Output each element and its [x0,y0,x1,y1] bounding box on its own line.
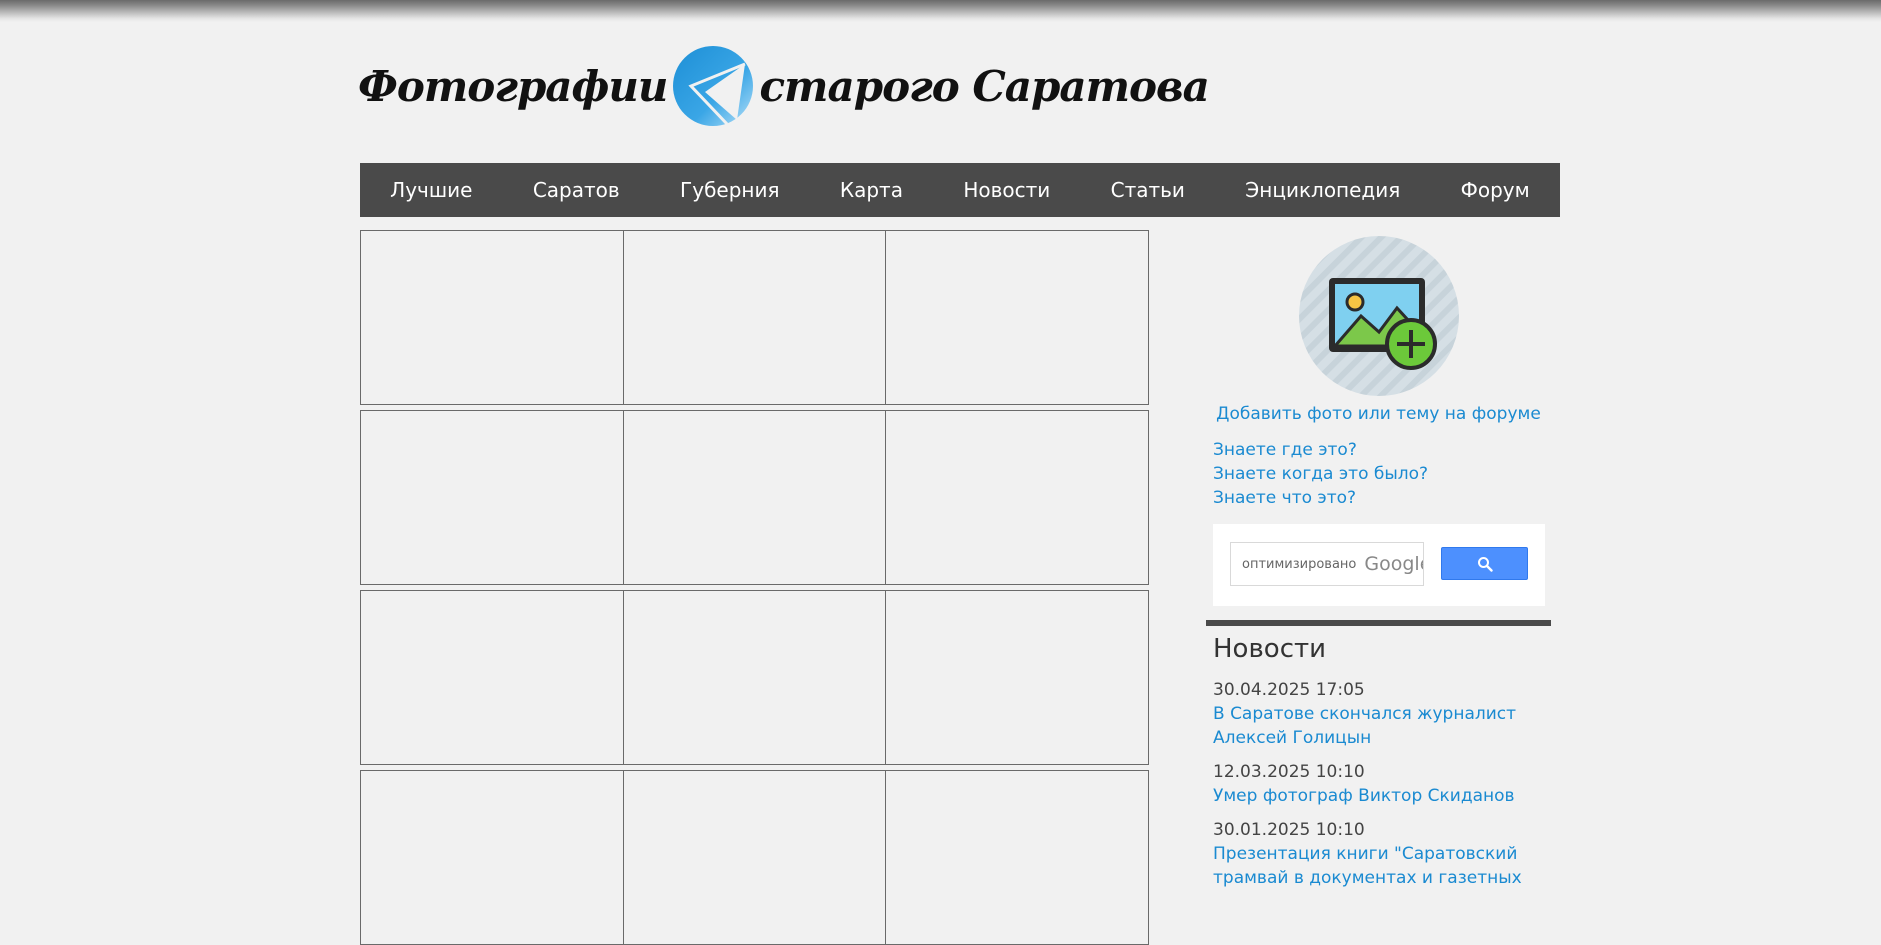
news-date: 30.04.2025 17:05 [1213,680,1365,700]
news-link[interactable]: Презентация книги "Саратовский трамвай в… [1213,842,1543,890]
photo-tile[interactable] [360,590,624,765]
nav-item-forum[interactable]: Форум [1461,178,1530,202]
nav-item-saratov[interactable]: Саратов [533,178,620,202]
news-date: 30.01.2025 10:10 [1213,820,1365,840]
news-link[interactable]: В Саратове скончался журналист Алексей Г… [1213,702,1543,750]
site-search: оптимизировано Google [1213,524,1545,606]
photo-tile[interactable] [885,230,1149,405]
site-logo[interactable]: Фотографии старого Саратова [358,38,1210,134]
news-link[interactable]: Умер фотограф Виктор Скиданов [1213,784,1543,808]
nav-item-news[interactable]: Новости [963,178,1050,202]
photo-tile[interactable] [885,770,1149,945]
nav-item-best[interactable]: Лучшие [390,178,472,202]
know-what-link[interactable]: Знаете что это? [1213,486,1551,510]
news-date: 12.03.2025 10:10 [1213,762,1365,782]
photo-tile[interactable] [885,590,1149,765]
news-item: 12.03.2025 10:10 Умер фотограф Виктор Ск… [1213,760,1543,808]
nav-item-map[interactable]: Карта [840,178,903,202]
news-list: 30.04.2025 17:05 В Саратове скончался жу… [1213,678,1543,890]
news-item: 30.04.2025 17:05 В Саратове скончался жу… [1213,678,1543,750]
sidebar: Добавить фото или тему на форуме Знаете … [1206,230,1551,900]
photo-tile[interactable] [360,770,624,945]
search-brand: Google [1364,553,1423,575]
nav-item-encyclopedia[interactable]: Энциклопедия [1245,178,1400,202]
news-heading: Новости [1213,634,1327,664]
news-item: 30.01.2025 10:10 Презентация книги "Сара… [1213,818,1543,890]
main-nav: Лучшие Саратов Губерния Карта Новости Ст… [360,163,1560,217]
photo-tile[interactable] [360,410,624,585]
know-when-link[interactable]: Знаете когда это было? [1213,462,1551,486]
search-button[interactable] [1441,547,1528,580]
add-photo-link[interactable]: Добавить фото или тему на форуме [1206,404,1551,424]
top-shadow-bar [0,0,1881,22]
search-input[interactable]: оптимизировано Google [1230,542,1424,586]
search-icon [1477,556,1493,572]
logo-emblem-icon [673,46,754,126]
photo-tile[interactable] [623,230,886,405]
logo-text-left: Фотографии [358,61,668,111]
photo-tile[interactable] [623,590,886,765]
nav-item-province[interactable]: Губерния [680,178,779,202]
logo-text-right: старого Саратова [759,61,1209,111]
add-photo-icon[interactable] [1298,236,1459,396]
photo-tile[interactable] [360,230,624,405]
quiz-links: Знаете где это? Знаете когда это было? З… [1206,438,1551,510]
search-placeholder: оптимизировано [1242,556,1357,572]
photo-grid [360,230,1149,945]
news-divider [1206,620,1551,626]
photo-tile[interactable] [885,410,1149,585]
know-where-link[interactable]: Знаете где это? [1213,438,1551,462]
photo-tile[interactable] [623,770,886,945]
nav-item-articles[interactable]: Статьи [1111,178,1185,202]
photo-tile[interactable] [623,410,886,585]
